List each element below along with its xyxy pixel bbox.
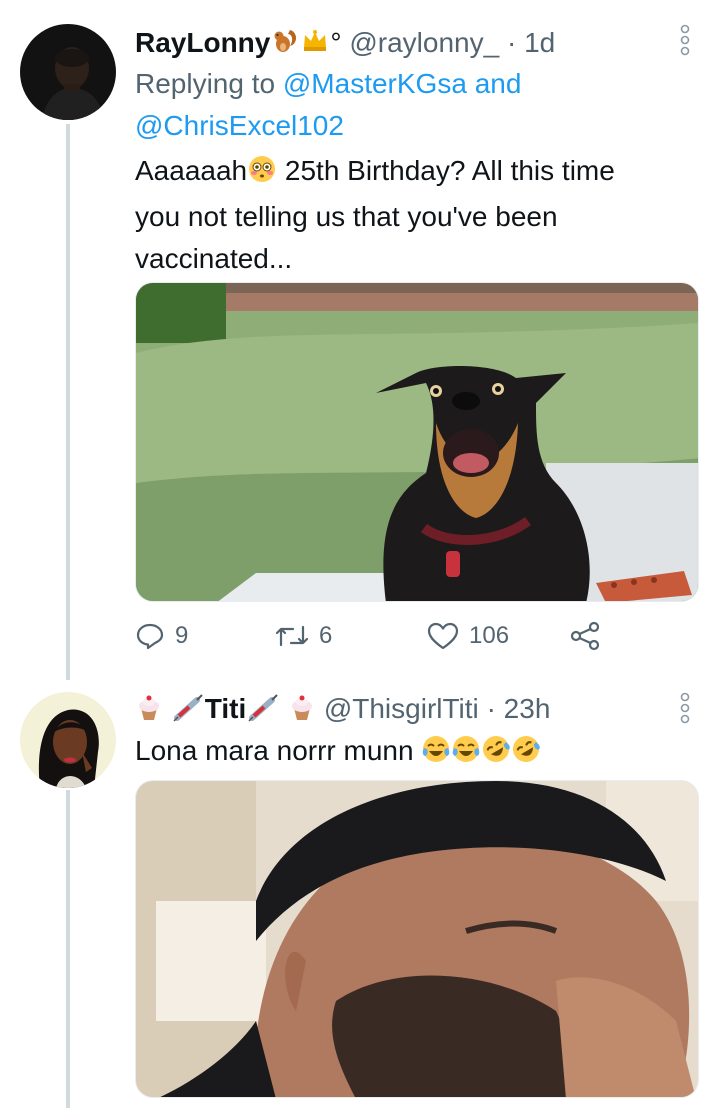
tweet-image-laughing-man[interactable]: [135, 780, 699, 1098]
squirrel-emoji: [270, 26, 300, 64]
text-body: Lona mara norrr munn: [135, 735, 414, 766]
text-line-1b: 25th Birthday? All this time: [277, 155, 615, 186]
separator: ·: [506, 27, 517, 58]
reply-count: 9: [175, 622, 189, 649]
display-name[interactable]: RayLonny: [135, 27, 270, 58]
replying-to: Replying to @MasterKGsa and @ChrisExcel1…: [135, 63, 695, 147]
tweet-actions: 9 6 106: [135, 618, 615, 654]
name-suffix: °: [330, 27, 342, 58]
replying-and[interactable]: and: [475, 68, 522, 99]
tweet-header: Titi @ThisgirlTiti · 23h: [135, 692, 550, 730]
tweet-image-dog[interactable]: [135, 282, 699, 602]
like-count: 106: [469, 622, 510, 649]
retweet-icon: [275, 621, 309, 651]
mention-masterkgsa[interactable]: @MasterKGsa: [283, 68, 467, 99]
timestamp[interactable]: 1d: [524, 27, 555, 58]
cupcake-emoji: [135, 694, 163, 730]
text-line-1a: Aaaaaah: [135, 155, 248, 186]
tweet-header: RayLonny ° @raylonny_ · 1d: [135, 26, 555, 64]
text-line-2: you not telling us that you've been: [135, 201, 558, 232]
avatar[interactable]: [20, 692, 116, 788]
tweet-raylonny[interactable]: RayLonny ° @raylonny_ · 1d Replying to @M…: [0, 0, 720, 680]
replying-prefix: Replying to: [135, 68, 276, 99]
handle[interactable]: @ThisgirlTiti: [324, 693, 479, 724]
tweet-text: Lona mara norrr munn: [135, 730, 695, 776]
more-options-icon[interactable]: [678, 24, 692, 56]
retweet-count: 6: [319, 622, 333, 649]
more-options-icon[interactable]: [678, 692, 692, 724]
timestamp[interactable]: 23h: [504, 693, 551, 724]
share-icon: [569, 621, 601, 651]
retweet-button[interactable]: 6: [275, 618, 332, 654]
syringe-emoji: [246, 694, 280, 730]
share-button[interactable]: [569, 618, 601, 654]
reply-button[interactable]: 9: [135, 618, 188, 654]
mention-chrisexcel102[interactable]: @ChrisExcel102: [135, 110, 344, 141]
text-line-3: vaccinated...: [135, 243, 293, 274]
tweet-titi[interactable]: Titi @ThisgirlTiti · 23h Lona mara norrr…: [0, 680, 720, 1108]
flushed-face-emoji: [247, 154, 277, 196]
heart-icon: [427, 621, 459, 651]
separator: ·: [486, 693, 496, 724]
tears-of-joy-emoji: [451, 734, 481, 776]
tweet-text: Aaaaaah 25th Birthday? All this time you…: [135, 150, 695, 280]
display-name[interactable]: Titi: [205, 693, 246, 724]
tears-of-joy-emoji: [421, 734, 451, 776]
rofl-emoji: [511, 734, 541, 776]
cupcake-emoji: [288, 694, 316, 730]
avatar[interactable]: [20, 24, 116, 120]
like-button[interactable]: 106: [427, 618, 509, 654]
syringe-emoji: [171, 694, 205, 730]
rofl-emoji: [481, 734, 511, 776]
handle[interactable]: @raylonny_: [349, 27, 499, 58]
reply-icon: [135, 621, 165, 651]
crown-emoji: [300, 26, 330, 64]
